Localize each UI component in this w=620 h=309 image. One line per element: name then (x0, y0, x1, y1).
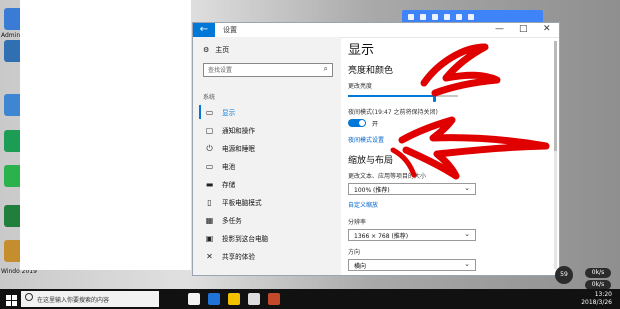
multitask-icon: ▦ (205, 215, 214, 225)
sidebar-item-share[interactable]: ✕ 共享的体验 (199, 247, 337, 265)
resolution-dropdown-value: 1366 × 768 (推荐) (354, 233, 409, 240)
sidebar-item-label: 通知和操作 (222, 127, 255, 135)
settings-sidebar: ⚙ 主页 查找设置 ⌕ 系统 ▭ 显示 ▢ 通知和操作 ⏻ 电源和睡眠 ▭ 电池 (193, 37, 341, 275)
sidebar-section-system: 系统 (203, 94, 216, 101)
sidebar-item-label: 显示 (222, 109, 236, 117)
sidebar-item-label: 电源和睡眠 (222, 145, 255, 153)
night-light-toggle-state: 开 (372, 121, 379, 128)
taskbar-search-placeholder: 在这里输入你要搜索的内容 (37, 297, 110, 304)
chevron-down-icon: ⌄ (464, 260, 470, 268)
resolution-label: 分辨率 (348, 219, 367, 226)
gear-icon: ⚙ (203, 46, 210, 54)
sidebar-item-battery[interactable]: ▭ 电池 (199, 157, 337, 175)
back-button[interactable]: ← (193, 23, 215, 37)
sidebar-home[interactable]: ⚙ 主页 (203, 45, 229, 55)
toolbar-icon-6[interactable] (468, 14, 474, 20)
sidebar-item-project[interactable]: ▣ 投影到这台电脑 (199, 229, 337, 247)
window-title: 设置 (223, 26, 237, 34)
share-icon: ✕ (206, 251, 213, 261)
custom-scale-link[interactable]: 自定义缩放 (348, 200, 378, 209)
search-icon: ⌕ (323, 64, 328, 73)
taskbar-task-view-icon[interactable] (188, 293, 200, 305)
storage-icon: ▬ (205, 179, 214, 189)
toolbar-icon-2[interactable] (420, 14, 426, 20)
sidebar-item-display[interactable]: ▭ 显示 (199, 103, 337, 121)
sidebar-item-label: 多任务 (222, 217, 242, 225)
sidebar-item-label: 存储 (222, 181, 236, 189)
toolbar-icon-3[interactable] (432, 14, 438, 20)
floating-toolbar[interactable] (402, 10, 543, 24)
night-light-label: 夜间模式(19:47 之前将保持关闭) (348, 109, 438, 116)
taskbar-browser-icon[interactable] (208, 293, 220, 305)
resolution-dropdown[interactable]: 1366 × 768 (推荐) ⌄ (348, 229, 476, 241)
sidebar-item-storage[interactable]: ▬ 存储 (199, 175, 337, 193)
scale-dropdown-value: 100% (推荐) (354, 187, 390, 194)
start-button[interactable] (0, 289, 20, 309)
project-icon: ▣ (205, 233, 214, 243)
net-speed-badge[interactable]: 59 (555, 266, 573, 284)
brightness-slider-thumb[interactable] (432, 90, 436, 102)
taskbar-search[interactable]: 在这里输入你要搜索的内容 (21, 291, 159, 307)
taskbar-time: 13:20 (594, 291, 612, 298)
orientation-dropdown-value: 横向 (354, 263, 367, 270)
chevron-down-icon: ⌄ (464, 230, 470, 238)
message-icon: ▢ (205, 125, 214, 135)
section-brightness-title: 亮度和颜色 (348, 66, 394, 76)
taskbar-app-icon[interactable] (268, 293, 280, 305)
toolbar-icon-4[interactable] (444, 14, 450, 20)
search-icon (25, 293, 33, 301)
sidebar-item-tablet[interactable]: ▯ 平板电脑模式 (199, 193, 337, 211)
monitor-icon: ▭ (205, 107, 214, 117)
taskbar-folder-icon[interactable] (228, 293, 240, 305)
section-scale-title: 缩放与布局 (348, 156, 394, 166)
sidebar-item-label: 电池 (222, 163, 236, 171)
net-speed-top: 0k/s (585, 268, 611, 278)
settings-search-placeholder: 查找设置 (208, 67, 233, 74)
minimize-button[interactable]: — (495, 24, 504, 34)
scale-dropdown[interactable]: 100% (推荐) ⌄ (348, 183, 476, 195)
window-titlebar: ← 设置 — □ ✕ (193, 23, 559, 38)
sidebar-item-notifications[interactable]: ▢ 通知和操作 (199, 121, 337, 139)
chevron-down-icon: ⌄ (464, 184, 470, 192)
brightness-slider-fill (348, 95, 434, 97)
taskbar-clock[interactable]: 13:20 2018/3/26 (581, 291, 612, 307)
settings-main: 显示 亮度和颜色 更改亮度 夜间模式(19:47 之前将保持关闭) 开 夜间模式… (348, 39, 558, 275)
night-light-settings-link[interactable]: 夜间模式设置 (348, 135, 384, 144)
toolbar-icon-5[interactable] (456, 14, 462, 20)
settings-window: ← 设置 — □ ✕ ⚙ 主页 查找设置 ⌕ 系统 ▭ 显示 ▢ 通知和操作 ⏻ (193, 23, 559, 275)
sidebar-item-label: 共享的体验 (222, 253, 255, 261)
taskbar-settings-icon[interactable] (248, 293, 260, 305)
settings-search-box[interactable]: 查找设置 ⌕ (203, 63, 333, 77)
orientation-label: 方向 (348, 249, 361, 256)
toolbar-icon-1[interactable] (408, 14, 414, 20)
close-button[interactable]: ✕ (543, 24, 551, 34)
power-icon: ⏻ (206, 143, 213, 153)
taskbar: 在这里输入你要搜索的内容 13:20 2018/3/26 (0, 289, 620, 309)
sidebar-item-multitask[interactable]: ▦ 多任务 (199, 211, 337, 229)
settings-scrollbar[interactable] (554, 41, 557, 269)
battery-icon: ▭ (205, 161, 214, 171)
night-light-toggle[interactable] (348, 119, 366, 127)
brightness-slider-track[interactable] (348, 95, 458, 97)
maximize-button[interactable]: □ (519, 24, 528, 34)
scale-label: 更改文本、应用等项目的大小 (348, 173, 427, 180)
brightness-label: 更改亮度 (348, 83, 373, 90)
orientation-dropdown[interactable]: 横向 ⌄ (348, 259, 476, 271)
taskbar-date: 2018/3/26 (581, 299, 612, 306)
tablet-icon: ▯ (207, 197, 212, 207)
sidebar-home-label: 主页 (215, 46, 230, 54)
sidebar-item-power[interactable]: ⏻ 电源和睡眠 (199, 139, 337, 157)
blank-white-area (20, 0, 191, 270)
page-title: 显示 (348, 43, 375, 58)
sidebar-item-label: 投影到这台电脑 (222, 235, 269, 243)
sidebar-item-label: 平板电脑模式 (222, 199, 262, 207)
sidebar-nav: ▭ 显示 ▢ 通知和操作 ⏻ 电源和睡眠 ▭ 电池 ▬ 存储 ▯ 平板电脑模式 (199, 103, 337, 265)
